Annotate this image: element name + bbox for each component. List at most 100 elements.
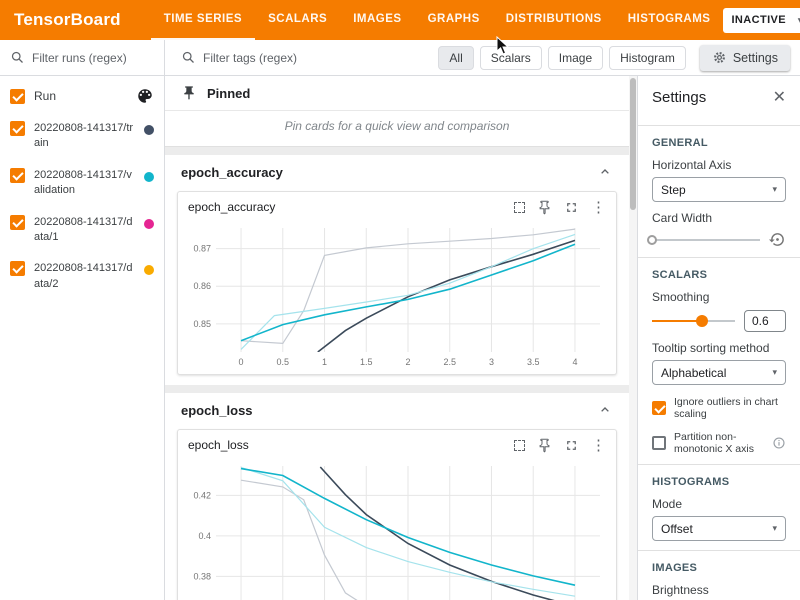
- tooltip-sorting-select[interactable]: Alphabetical ▾: [652, 360, 786, 385]
- run-row[interactable]: 20220808-141317/data/2: [0, 253, 164, 300]
- tensorboard-app: TensorBoard TIME SERIES SCALARS IMAGES G…: [0, 0, 800, 600]
- ignore-outliers-checkbox[interactable]: [652, 401, 666, 415]
- tooltip-sorting-label: Tooltip sorting method: [652, 341, 786, 355]
- section-header-epoch-accuracy[interactable]: epoch_accuracy: [165, 155, 629, 189]
- settings-button[interactable]: Settings: [700, 45, 790, 71]
- more-options-icon[interactable]: ⋮: [591, 438, 606, 453]
- app-title: TensorBoard: [14, 10, 121, 30]
- filter-runs-box: [0, 40, 165, 76]
- svg-text:0.86: 0.86: [193, 281, 211, 291]
- partition-x-axis-checkbox[interactable]: [652, 436, 666, 450]
- tooltip-sorting-value: Alphabetical: [661, 366, 726, 380]
- svg-text:3: 3: [489, 357, 494, 367]
- pinned-section: Pinned Pin cards for a quick view and co…: [165, 76, 629, 147]
- partition-x-axis-label: Partition non-monotonic X axis: [674, 431, 764, 455]
- pin-card-icon[interactable]: [537, 200, 552, 215]
- card-actions: ⋮: [514, 200, 606, 215]
- run-color-dot[interactable]: [144, 172, 154, 182]
- card-actions: ⋮: [514, 438, 606, 453]
- ignore-outliers-row[interactable]: Ignore outliers in chart scaling: [652, 396, 786, 420]
- chip-image[interactable]: Image: [548, 46, 603, 70]
- tab-histograms[interactable]: HISTOGRAMS: [615, 0, 724, 40]
- reload-status-dropdown[interactable]: INACTIVE ▾: [723, 8, 800, 33]
- chevron-up-icon[interactable]: [597, 164, 613, 180]
- epoch-loss-chart[interactable]: 0.360.380.40.42: [180, 460, 610, 600]
- run-checkbox[interactable]: [10, 215, 25, 230]
- reset-icon[interactable]: [769, 231, 786, 248]
- horizontal-axis-label: Horizontal Axis: [652, 158, 786, 172]
- svg-text:3.5: 3.5: [527, 357, 540, 367]
- section-header-epoch-loss[interactable]: epoch_loss: [165, 393, 629, 427]
- divider: [638, 125, 800, 126]
- tab-images[interactable]: IMAGES: [340, 0, 414, 40]
- svg-text:2.5: 2.5: [443, 357, 456, 367]
- partition-x-axis-row[interactable]: Partition non-monotonic X axis: [652, 431, 786, 455]
- settings-button-label: Settings: [733, 51, 778, 65]
- run-label: 20220808-141317/data/2: [34, 261, 135, 292]
- run-color-dot[interactable]: [144, 265, 154, 275]
- run-row[interactable]: 20220808-141317/train: [0, 113, 164, 160]
- ignore-outliers-label: Ignore outliers in chart scaling: [674, 396, 786, 420]
- search-icon: [10, 50, 25, 65]
- smoothing-value-input[interactable]: 0.6: [744, 310, 786, 332]
- tab-distributions[interactable]: DISTRIBUTIONS: [493, 0, 615, 40]
- main-scrollbar[interactable]: [629, 76, 637, 600]
- palette-icon[interactable]: [136, 87, 154, 105]
- fullscreen-icon[interactable]: [564, 200, 579, 215]
- header-actions: INACTIVE ▾ ?: [723, 8, 800, 33]
- horizontal-axis-select[interactable]: Step ▾: [652, 177, 786, 202]
- run-color-dot[interactable]: [144, 125, 154, 135]
- smoothing-label: Smoothing: [652, 290, 786, 304]
- run-row[interactable]: 20220808-141317/validation: [0, 160, 164, 207]
- fit-domain-icon[interactable]: [514, 440, 525, 451]
- run-label: 20220808-141317/train: [34, 121, 135, 152]
- chip-histogram[interactable]: Histogram: [609, 46, 686, 70]
- filter-runs-input[interactable]: [32, 51, 144, 65]
- histogram-mode-label: Mode: [652, 497, 786, 511]
- chevron-up-icon[interactable]: [597, 402, 613, 418]
- filter-tags-box: [181, 50, 373, 65]
- card-width-slider[interactable]: [652, 233, 760, 247]
- scrollbar-thumb[interactable]: [630, 78, 636, 210]
- svg-text:1.5: 1.5: [360, 357, 373, 367]
- fit-domain-icon[interactable]: [514, 202, 525, 213]
- histogram-mode-value: Offset: [661, 522, 693, 536]
- run-checkbox[interactable]: [10, 261, 25, 276]
- chip-all[interactable]: All: [438, 46, 473, 70]
- tab-graphs[interactable]: GRAPHS: [415, 0, 493, 40]
- run-color-dot[interactable]: [144, 219, 154, 229]
- app-header: TensorBoard TIME SERIES SCALARS IMAGES G…: [0, 0, 800, 40]
- chevron-down-icon: ▾: [772, 523, 777, 534]
- run-label: 20220808-141317/validation: [34, 168, 135, 199]
- run-row[interactable]: 20220808-141317/data/1: [0, 207, 164, 254]
- filter-tags-input[interactable]: [203, 51, 373, 65]
- pin-card-icon[interactable]: [537, 438, 552, 453]
- histogram-mode-select[interactable]: Offset ▾: [652, 516, 786, 541]
- run-checkbox[interactable]: [10, 121, 25, 136]
- section-epoch-loss: epoch_loss epoch_loss: [165, 393, 629, 600]
- svg-text:0.42: 0.42: [193, 490, 211, 500]
- fullscreen-icon[interactable]: [564, 438, 579, 453]
- smoothing-slider[interactable]: [652, 314, 735, 328]
- chevron-down-icon: ▾: [772, 367, 777, 378]
- horizontal-axis-value: Step: [661, 183, 686, 197]
- tab-scalars[interactable]: SCALARS: [255, 0, 340, 40]
- scalars-heading: SCALARS: [652, 269, 786, 281]
- card-header: epoch_loss ⋮: [178, 430, 616, 460]
- info-icon[interactable]: [772, 436, 786, 450]
- svg-text:1: 1: [322, 357, 327, 367]
- epoch-accuracy-chart[interactable]: 00.511.522.533.540.850.860.87: [180, 222, 610, 370]
- cards-area: Pinned Pin cards for a quick view and co…: [165, 76, 637, 600]
- close-icon[interactable]: ✕: [773, 90, 786, 106]
- select-all-runs-checkbox[interactable]: [10, 89, 25, 104]
- divider: [638, 550, 800, 551]
- run-checkbox[interactable]: [10, 168, 25, 183]
- more-options-icon[interactable]: ⋮: [591, 200, 606, 215]
- svg-text:0.5: 0.5: [277, 357, 290, 367]
- brightness-label: Brightness: [652, 583, 786, 597]
- svg-text:0.38: 0.38: [193, 571, 211, 581]
- tab-time-series[interactable]: TIME SERIES: [151, 0, 255, 40]
- chevron-down-icon: ▾: [772, 184, 777, 195]
- pin-icon: [181, 85, 197, 101]
- chip-scalars[interactable]: Scalars: [480, 46, 542, 70]
